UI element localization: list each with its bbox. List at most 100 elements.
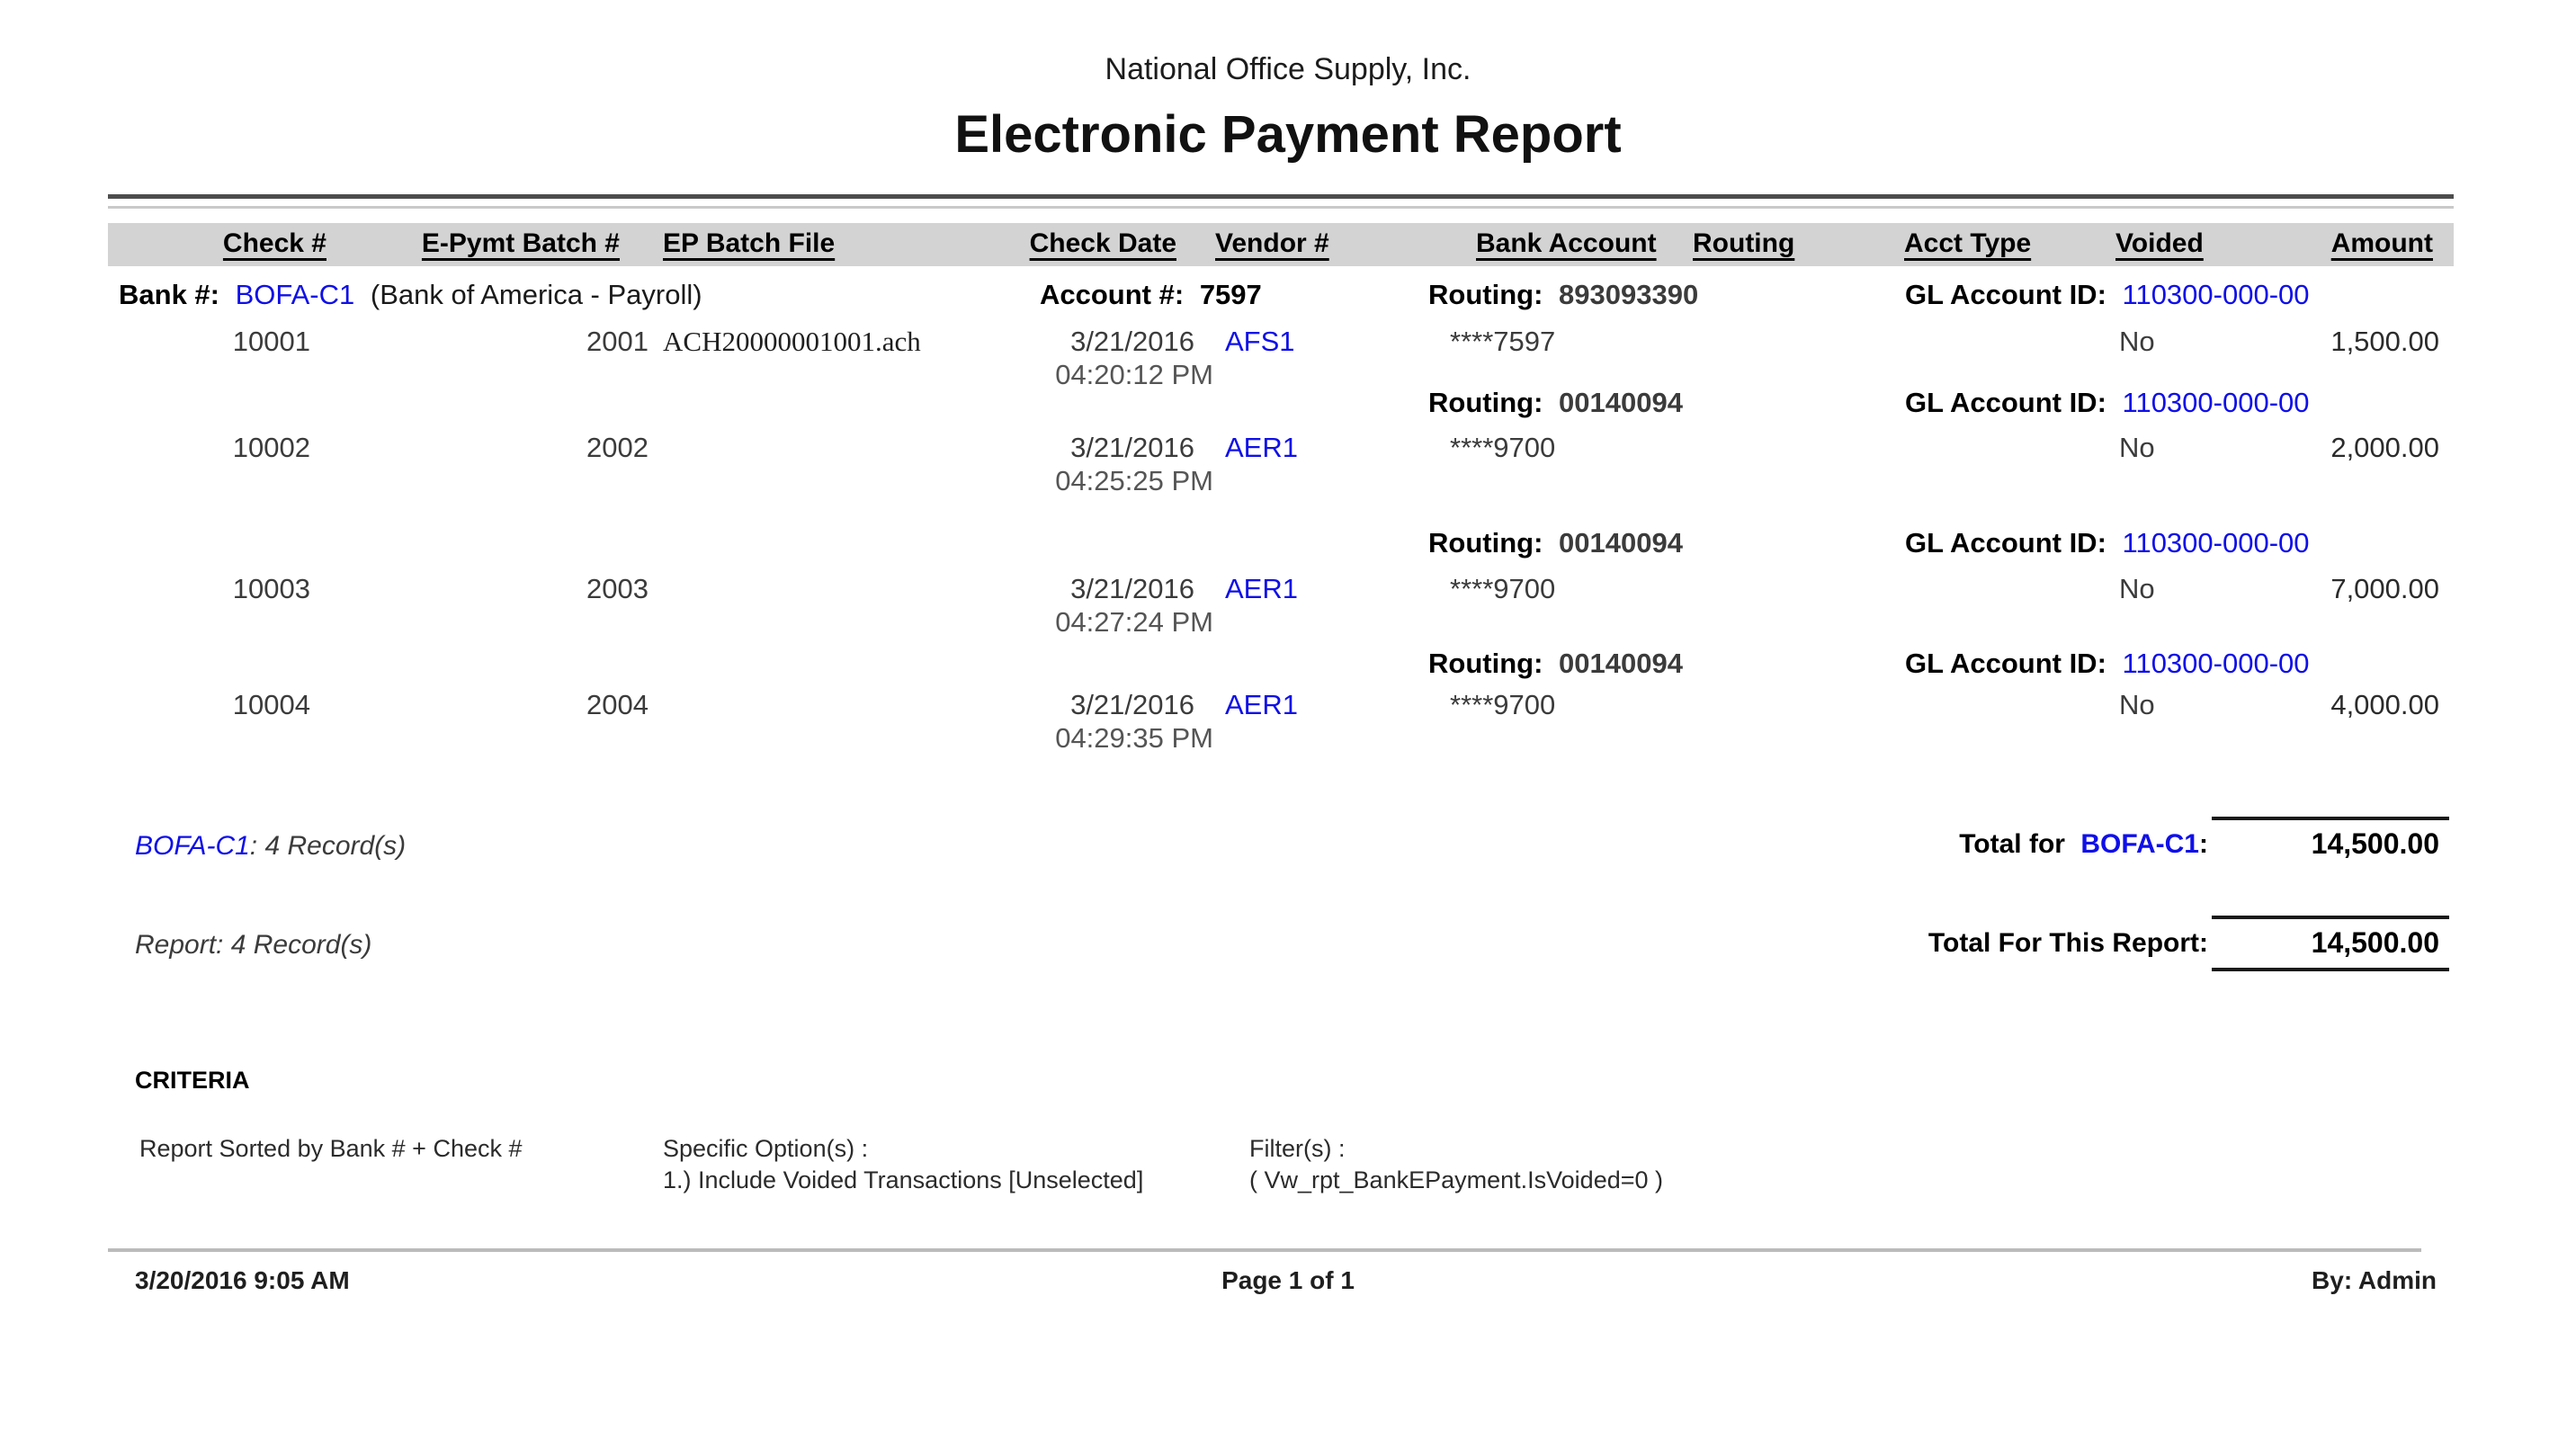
row-vendor-link[interactable]: AER1 — [1225, 573, 1298, 605]
account-number-value: 7597 — [1200, 279, 1262, 310]
row-gl-label: GL Account ID: — [1905, 648, 2106, 679]
bank-name: (Bank of America - Payroll) — [371, 279, 702, 310]
row-check-date: 3/21/2016 — [935, 573, 1194, 605]
group-total-amount: 14,500.00 — [2213, 827, 2439, 861]
row-batch-number: 2003 — [468, 573, 648, 605]
criteria-heading: CRITERIA — [135, 1067, 250, 1095]
report-page: National Office Supply, Inc. Electronic … — [0, 0, 2576, 1430]
group-total-bank-link[interactable]: BOFA-C1 — [2080, 829, 2199, 859]
column-header-acct-type: Acct Type — [1904, 228, 2031, 259]
criteria-option-item: 1.) Include Voided Transactions [Unselec… — [663, 1166, 1143, 1194]
row-batch-number: 2002 — [468, 432, 648, 464]
row-check-time: 04:29:35 PM — [935, 722, 1213, 755]
row-gl-account-link[interactable]: 110300-000-00 — [2123, 527, 2310, 559]
row-check-time: 04:20:12 PM — [935, 359, 1213, 391]
column-header-ep-batch-file: EP Batch File — [663, 228, 835, 259]
column-header-voided: Voided — [2115, 228, 2204, 259]
column-header-routing: Routing — [1693, 228, 1794, 259]
row-voided: No — [2119, 573, 2155, 605]
row-routing-line: Routing: 00140094 — [1428, 387, 1683, 419]
column-header-bank-account: Bank Account — [1476, 228, 1657, 259]
row-routing-value: 00140094 — [1559, 387, 1683, 418]
row-routing-label: Routing: — [1428, 648, 1543, 679]
row-check-number: 10001 — [126, 326, 310, 358]
row-gl-account-link[interactable]: 110300-000-00 — [2123, 648, 2310, 679]
row-batch-number: 2004 — [468, 689, 648, 721]
group-record-count-text: : 4 Record(s) — [250, 831, 406, 861]
bank-code-link[interactable]: BOFA-C1 — [236, 279, 355, 310]
row-ep-batch-file: ACH20000001001.ach — [663, 326, 921, 358]
row-routing-value: 00140094 — [1559, 648, 1683, 679]
report-total-rule-bottom — [2212, 968, 2449, 971]
row-vendor-link[interactable]: AER1 — [1225, 432, 1298, 464]
row-amount: 4,000.00 — [2213, 689, 2439, 721]
bank-routing-value: 893093390 — [1559, 279, 1698, 310]
report-total-label: Total For This Report: — [1799, 928, 2208, 959]
bank-gl-label: GL Account ID: — [1905, 279, 2106, 310]
row-amount: 2,000.00 — [2213, 432, 2439, 464]
footer-generated-by: By: Admin — [2167, 1266, 2437, 1295]
group-total-rule — [2212, 817, 2449, 820]
row-routing-label: Routing: — [1428, 387, 1543, 418]
row-gl-line: GL Account ID: 110300-000-00 — [1905, 648, 2310, 680]
row-gl-line: GL Account ID: 110300-000-00 — [1905, 387, 2310, 419]
bank-number-label: Bank #: — [119, 279, 219, 310]
row-check-number: 10002 — [126, 432, 310, 464]
row-check-date: 3/21/2016 — [935, 689, 1194, 721]
bank-account-number-line: Account #: 7597 — [1040, 279, 1262, 311]
bank-gl-line: GL Account ID: 110300-000-00 — [1905, 279, 2310, 311]
column-header-check-date: Check Date — [917, 228, 1176, 259]
row-bank-account: ****9700 — [1450, 432, 1555, 464]
criteria-filter-item: ( Vw_rpt_BankEPayment.IsVoided=0 ) — [1249, 1166, 1663, 1194]
row-vendor-link[interactable]: AER1 — [1225, 689, 1298, 721]
row-batch-number: 2001 — [468, 326, 648, 358]
row-check-time: 04:27:24 PM — [935, 606, 1213, 639]
column-header-epymt-batch: E-Pymt Batch # — [414, 228, 620, 259]
row-check-number: 10004 — [126, 689, 310, 721]
group-total-label: Total for BOFA-C1: — [1799, 829, 2208, 860]
row-amount: 1,500.00 — [2213, 326, 2439, 358]
footer-rule — [108, 1248, 2421, 1252]
row-bank-account: ****7597 — [1450, 326, 1555, 358]
row-vendor-link[interactable]: AFS1 — [1225, 326, 1295, 358]
row-check-time: 04:25:25 PM — [935, 465, 1213, 497]
report-record-count: Report: 4 Record(s) — [135, 930, 371, 961]
row-amount: 7,000.00 — [2213, 573, 2439, 605]
bank-gl-account-link[interactable]: 110300-000-00 — [2123, 279, 2310, 310]
bank-routing-label: Routing: — [1428, 279, 1543, 310]
row-check-date: 3/21/2016 — [935, 432, 1194, 464]
column-header-check: Check # — [126, 228, 326, 259]
criteria-sort-order: Report Sorted by Bank # + Check # — [139, 1135, 523, 1163]
row-voided: No — [2119, 689, 2155, 721]
row-routing-line: Routing: 00140094 — [1428, 527, 1683, 559]
row-bank-account: ****9700 — [1450, 689, 1555, 721]
row-voided: No — [2119, 432, 2155, 464]
bank-routing-line: Routing: 893093390 — [1428, 279, 1698, 311]
row-voided: No — [2119, 326, 2155, 358]
title-rule-dark — [108, 194, 2454, 199]
column-header-amount: Amount — [2249, 228, 2433, 259]
criteria-filters-label: Filter(s) : — [1249, 1135, 1345, 1163]
row-check-number: 10003 — [126, 573, 310, 605]
row-gl-line: GL Account ID: 110300-000-00 — [1905, 527, 2310, 559]
row-gl-label: GL Account ID: — [1905, 527, 2106, 559]
group-record-bank-link[interactable]: BOFA-C1 — [135, 831, 250, 861]
row-gl-label: GL Account ID: — [1905, 387, 2106, 418]
report-total-amount: 14,500.00 — [2213, 926, 2439, 960]
criteria-options-label: Specific Option(s) : — [663, 1135, 868, 1163]
row-bank-account: ****9700 — [1450, 573, 1555, 605]
bank-group-header: Bank #: BOFA-C1 (Bank of America - Payro… — [119, 279, 702, 311]
account-number-label: Account #: — [1040, 279, 1184, 310]
row-gl-account-link[interactable]: 110300-000-00 — [2123, 387, 2310, 418]
company-name: National Office Supply, Inc. — [0, 52, 2576, 87]
group-record-count: BOFA-C1: 4 Record(s) — [135, 831, 406, 862]
row-routing-value: 00140094 — [1559, 527, 1683, 559]
group-total-label-prefix: Total for — [1959, 829, 2065, 859]
report-total-rule-top — [2212, 916, 2449, 919]
group-total-label-colon: : — [2199, 829, 2208, 859]
column-header-vendor: Vendor # — [1215, 228, 1329, 259]
title-rule-light — [108, 206, 2454, 209]
report-title: Electronic Payment Report — [0, 104, 2576, 165]
row-routing-line: Routing: 00140094 — [1428, 648, 1683, 680]
row-routing-label: Routing: — [1428, 527, 1543, 559]
